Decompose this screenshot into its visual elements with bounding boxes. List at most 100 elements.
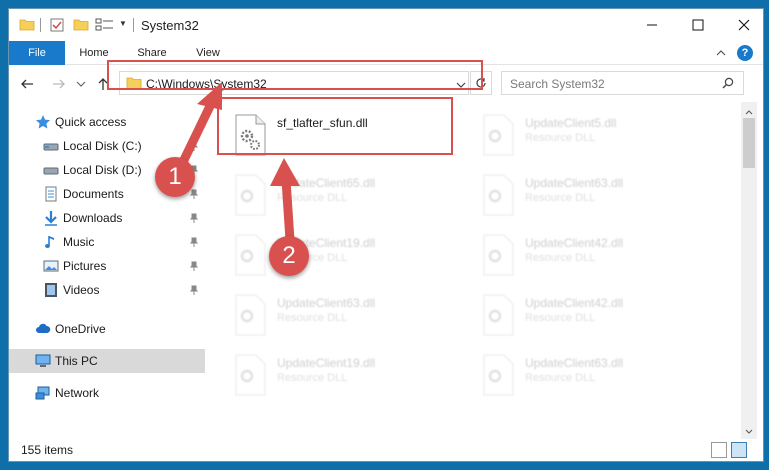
sidebar-item-label: Network — [55, 386, 100, 400]
file-name: UpdateClient19.dll — [277, 356, 376, 370]
sidebar-item-label: Downloads — [63, 211, 123, 225]
sidebar-item-music[interactable]: Music — [9, 230, 205, 254]
file-type: Resource DLL — [525, 132, 596, 144]
pin-icon[interactable] — [189, 236, 199, 250]
sidebar-item-label: Local Disk (C:) — [63, 139, 142, 153]
file-name: UpdateClient65.dll — [277, 176, 376, 190]
tab-file[interactable]: File — [9, 41, 65, 65]
separator — [133, 18, 134, 32]
music-icon — [43, 234, 59, 250]
videos-icon — [43, 282, 59, 298]
download-icon — [43, 210, 59, 226]
network-icon — [35, 385, 51, 401]
drive-icon — [43, 162, 59, 178]
file-name: UpdateClient63.dll — [277, 296, 376, 310]
large-icons-view-icon[interactable] — [731, 442, 747, 458]
drive-icon — [43, 138, 59, 154]
documents-icon — [43, 186, 59, 202]
dll-file-icon — [481, 294, 515, 336]
file-type: Resource DLL — [277, 192, 348, 204]
file-type: Resource DLL — [277, 312, 348, 324]
dll-file-icon — [481, 114, 515, 156]
pin-icon[interactable] — [189, 284, 199, 298]
minimize-button[interactable] — [629, 9, 675, 41]
dll-file-icon — [233, 174, 267, 216]
status-bar: 155 items — [9, 439, 763, 461]
navigation-pane: Quick access Local Disk (C:) Local Disk … — [9, 102, 205, 439]
file-item[interactable]: UpdateClient63.dll Resource DLL — [457, 170, 697, 230]
address-highlight-box — [107, 60, 483, 90]
file-type: Resource DLL — [525, 312, 596, 324]
scrollbar-thumb[interactable] — [743, 118, 755, 168]
file-item[interactable]: UpdateClient63.dll Resource DLL — [457, 350, 697, 410]
sidebar-item-network[interactable]: Network — [9, 381, 205, 405]
dll-file-icon — [233, 234, 267, 276]
pin-icon[interactable] — [189, 260, 199, 274]
folder-icon[interactable] — [19, 17, 35, 33]
dll-file-icon — [233, 294, 267, 336]
search-box[interactable]: Search System32 — [501, 71, 744, 95]
pin-icon[interactable] — [189, 212, 199, 226]
sidebar-item-label: Local Disk (D:) — [63, 163, 142, 177]
dll-file-icon — [481, 174, 515, 216]
sidebar-item-label: OneDrive — [55, 322, 106, 336]
file-item[interactable]: UpdateClient5.dll Resource DLL — [457, 110, 697, 170]
sidebar-item-label: Videos — [63, 283, 100, 297]
file-name: UpdateClient63.dll — [525, 356, 624, 370]
maximize-button[interactable] — [675, 9, 721, 41]
dll-file-icon — [481, 354, 515, 396]
file-highlight-box — [217, 97, 453, 155]
file-type: Resource DLL — [525, 192, 596, 204]
pin-icon[interactable] — [189, 188, 199, 202]
computer-icon — [35, 353, 51, 369]
title-bar: ▼ System32 — [9, 9, 763, 41]
cloud-icon — [35, 321, 51, 337]
back-arrow-icon[interactable] — [19, 76, 35, 92]
scroll-up-icon[interactable] — [745, 104, 753, 118]
sidebar-item-this-pc[interactable]: This PC — [9, 349, 205, 373]
file-item[interactable]: UpdateClient42.dll Resource DLL — [457, 230, 697, 290]
file-name: UpdateClient63.dll — [525, 176, 624, 190]
sidebar-item-onedrive[interactable]: OneDrive — [9, 317, 205, 341]
recent-locations-icon[interactable] — [73, 76, 89, 92]
pictures-icon — [43, 258, 59, 274]
star-icon — [35, 114, 51, 130]
file-name: UpdateClient42.dll — [525, 236, 624, 250]
sidebar-item-local-disk-c[interactable]: Local Disk (C:) — [9, 134, 205, 158]
file-item[interactable]: UpdateClient19.dll Resource DLL — [209, 350, 449, 410]
file-type: Resource DLL — [277, 372, 348, 384]
sidebar-item-pictures[interactable]: Pictures — [9, 254, 205, 278]
help-icon[interactable]: ? — [737, 45, 753, 61]
customize-quick-access-icon[interactable]: ▼ — [119, 19, 127, 28]
search-icon[interactable] — [722, 77, 734, 92]
file-name: UpdateClient5.dll — [525, 116, 617, 130]
sidebar-item-downloads[interactable]: Downloads — [9, 206, 205, 230]
close-button[interactable] — [721, 9, 763, 41]
file-item[interactable]: UpdateClient65.dll Resource DLL — [209, 170, 449, 230]
sidebar-item-videos[interactable]: Videos — [9, 278, 205, 302]
window-title: System32 — [141, 18, 199, 33]
forward-arrow-icon[interactable] — [51, 76, 67, 92]
view-options-icon[interactable] — [95, 17, 113, 33]
sidebar-item-quick-access[interactable]: Quick access — [9, 110, 205, 134]
pin-icon[interactable] — [189, 140, 199, 154]
sidebar-item-label: Pictures — [63, 259, 107, 273]
properties-icon[interactable] — [49, 17, 65, 33]
sidebar-item-label: This PC — [55, 354, 98, 368]
vertical-scrollbar[interactable] — [741, 102, 757, 439]
file-type: Resource DLL — [525, 372, 596, 384]
file-type: Resource DLL — [525, 252, 596, 264]
file-item[interactable]: UpdateClient19.dll Resource DLL — [209, 230, 449, 290]
expand-ribbon-icon[interactable] — [715, 47, 727, 61]
file-item[interactable]: UpdateClient42.dll Resource DLL — [457, 290, 697, 350]
dll-file-icon — [233, 354, 267, 396]
new-folder-icon[interactable] — [73, 17, 89, 33]
sidebar-item-label: Documents — [63, 187, 124, 201]
scroll-down-icon[interactable] — [745, 424, 753, 438]
file-name: UpdateClient42.dll — [525, 296, 624, 310]
item-count: 155 items — [21, 443, 74, 457]
search-input[interactable]: Search System32 — [510, 77, 605, 91]
dll-file-icon — [481, 234, 515, 276]
details-view-icon[interactable] — [711, 442, 727, 458]
file-item[interactable]: UpdateClient63.dll Resource DLL — [209, 290, 449, 350]
